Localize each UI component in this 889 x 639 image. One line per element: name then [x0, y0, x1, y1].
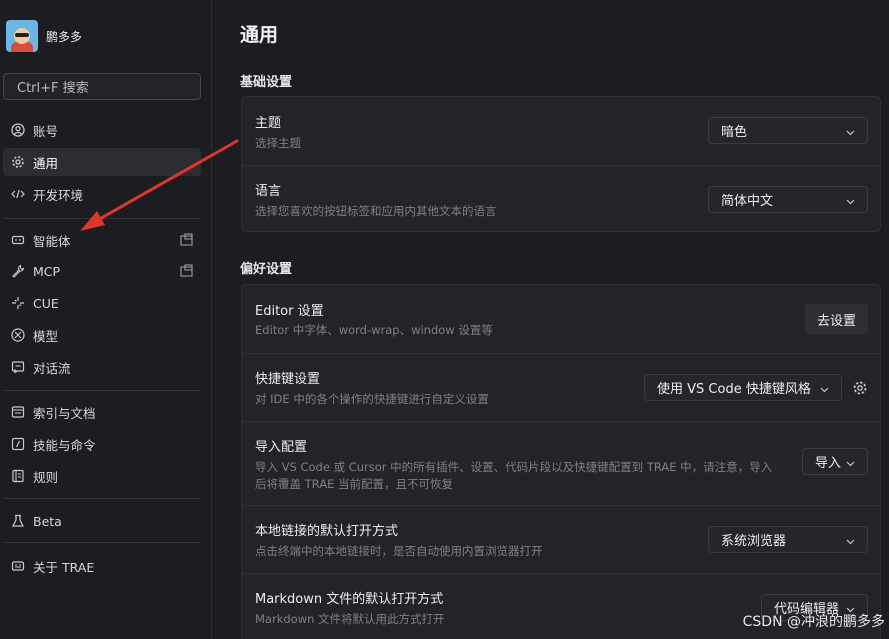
sidebar-item-skills-commands[interactable]: 技能与命令 [3, 430, 201, 458]
rules-icon [11, 469, 25, 483]
sidebar-item-chat-flow[interactable]: 对话流 [3, 353, 201, 381]
section-title-basic: 基础设置 [240, 75, 293, 90]
setting-row-editor: Editor 设置 Editor 中字体、word-wrap、window 设置… [242, 285, 882, 353]
profile-name: 鹏多多 [46, 29, 83, 44]
chat-flow-icon [11, 360, 25, 374]
avatar [6, 20, 38, 52]
select-value: 简体中文 [721, 194, 774, 209]
import-button[interactable]: 导入 [802, 448, 868, 475]
select-value: 暗色 [721, 125, 748, 140]
setting-title: Editor 设置 [255, 304, 324, 319]
setting-title: 语言 [255, 184, 282, 199]
sidebar-item-label: CUE [33, 295, 59, 311]
skill-command-icon [11, 437, 25, 451]
user-circle-icon [11, 123, 25, 137]
sidebar-item-label: 技能与命令 [33, 437, 96, 453]
sidebar-divider [3, 542, 201, 543]
setting-desc: 导入 VS Code 或 Cursor 中的所有插件、设置、代码片段以及快捷键配… [255, 460, 773, 474]
local-link-open-select[interactable]: 系统浏览器 [708, 526, 868, 553]
page-title: 通用 [240, 24, 279, 46]
sidebar-item-agent[interactable]: 智能体 [3, 226, 201, 254]
sidebar-item-general[interactable]: 通用 [3, 148, 201, 176]
sidebar: 鹏多多 Ctrl+F 搜索 账号 通用 开发环境 智能体 MCP CUE 模型 [0, 0, 212, 639]
setting-row-theme: 主题 选择主题 暗色 [242, 97, 882, 165]
select-value: 系统浏览器 [721, 534, 787, 549]
settings-main: 通用 基础设置 主题 选择主题 暗色 语言 选择您喜欢的按钮标签和应用内其他文本… [212, 0, 889, 639]
setting-title: 本地链接的默认打开方式 [255, 524, 399, 539]
sidebar-item-mcp[interactable]: MCP [3, 257, 201, 285]
chevron-down-icon [846, 457, 855, 467]
chevron-down-icon [846, 195, 855, 205]
sidebar-item-model[interactable]: 模型 [3, 321, 201, 349]
sidebar-item-label: 账号 [33, 123, 59, 139]
import-label: 导入 [815, 456, 842, 471]
setting-desc: 选择您喜欢的按钮标签和应用内其他文本的语言 [255, 204, 497, 218]
sidebar-item-cue[interactable]: CUE [3, 289, 201, 317]
setting-desc: 对 IDE 中的各个操作的快捷键进行自定义设置 [255, 392, 489, 406]
sidebar-item-label: 规则 [33, 469, 59, 485]
index-doc-icon [11, 405, 25, 419]
watermark: CSDN @冲浪的鹏多多 [742, 614, 885, 630]
sidebar-item-rules[interactable]: 规则 [3, 462, 201, 490]
sidebar-divider [3, 218, 201, 219]
sidebar-item-label: 对话流 [33, 360, 71, 376]
sidebar-divider [3, 390, 201, 391]
setting-row-local-link: 本地链接的默认打开方式 点击终端中的本地链接时，是否自动使用内置浏览器打开 系统… [242, 505, 882, 573]
search-input[interactable]: Ctrl+F 搜索 [3, 73, 201, 100]
beta-flask-icon [11, 514, 25, 528]
setting-title: 主题 [255, 116, 282, 131]
setting-title: 导入配置 [255, 440, 308, 455]
chevron-down-icon [846, 535, 855, 545]
setting-title: 快捷键设置 [255, 372, 321, 387]
model-icon [11, 328, 25, 342]
sidebar-item-label: Beta [33, 513, 62, 529]
setting-desc: 选择主题 [255, 136, 301, 150]
sidebar-item-beta[interactable]: Beta [3, 507, 201, 535]
sidebar-divider [3, 498, 201, 499]
sidebar-item-about[interactable]: 关于 TRAE [3, 552, 201, 580]
sidebar-item-label: 关于 TRAE [33, 559, 95, 575]
chevron-down-icon [846, 126, 855, 136]
open-external-icon[interactable] [180, 233, 193, 246]
basic-settings-card: 主题 选择主题 暗色 语言 选择您喜欢的按钮标签和应用内其他文本的语言 简体中文 [241, 96, 882, 233]
sidebar-item-label: 开发环境 [33, 187, 84, 203]
setting-row-import: 导入配置 导入 VS Code 或 Cursor 中的所有插件、设置、代码片段以… [242, 421, 882, 505]
setting-title: Markdown 文件的默认打开方式 [255, 592, 444, 607]
sidebar-item-label: 智能体 [33, 233, 71, 249]
setting-desc: Editor 中字体、word-wrap、window 设置等 [255, 323, 493, 337]
select-value: 使用 VS Code 快捷键风格 [657, 382, 811, 397]
editor-settings-button[interactable]: 去设置 [805, 304, 868, 334]
profile[interactable]: 鹏多多 [6, 20, 82, 52]
sidebar-item-index-docs[interactable]: 索引与文档 [3, 398, 201, 426]
preference-settings-card: Editor 设置 Editor 中字体、word-wrap、window 设置… [241, 284, 882, 639]
agent-icon [11, 233, 25, 247]
language-select[interactable]: 简体中文 [708, 186, 868, 213]
sidebar-item-account[interactable]: 账号 [3, 116, 201, 144]
theme-select[interactable]: 暗色 [708, 117, 868, 144]
setting-desc: 后将覆盖 TRAE 当前配置，且不可恢复 [255, 477, 453, 491]
cue-icon [11, 296, 25, 310]
sidebar-item-dev-env[interactable]: 开发环境 [3, 180, 201, 208]
sidebar-item-label: 模型 [33, 328, 59, 344]
setting-desc: 点击终端中的本地链接时，是否自动使用内置浏览器打开 [255, 544, 543, 558]
setting-row-language: 语言 选择您喜欢的按钮标签和应用内其他文本的语言 简体中文 [242, 165, 882, 233]
setting-desc: Markdown 文件将默认用此方式打开 [255, 612, 445, 626]
code-icon [11, 187, 25, 201]
sidebar-item-label: MCP [33, 263, 61, 279]
open-external-icon[interactable] [180, 264, 193, 277]
shortcut-style-select[interactable]: 使用 VS Code 快捷键风格 [644, 374, 842, 401]
about-icon [11, 559, 25, 573]
sidebar-item-label: 通用 [33, 155, 59, 171]
chevron-down-icon [820, 383, 829, 393]
setting-row-shortcuts: 快捷键设置 对 IDE 中的各个操作的快捷键进行自定义设置 使用 VS Code… [242, 353, 882, 421]
wrench-icon [11, 264, 25, 278]
gear-icon[interactable] [852, 380, 868, 396]
section-title-prefs: 偏好设置 [240, 262, 293, 277]
sidebar-item-label: 索引与文档 [33, 405, 96, 421]
gear-icon [11, 155, 25, 169]
